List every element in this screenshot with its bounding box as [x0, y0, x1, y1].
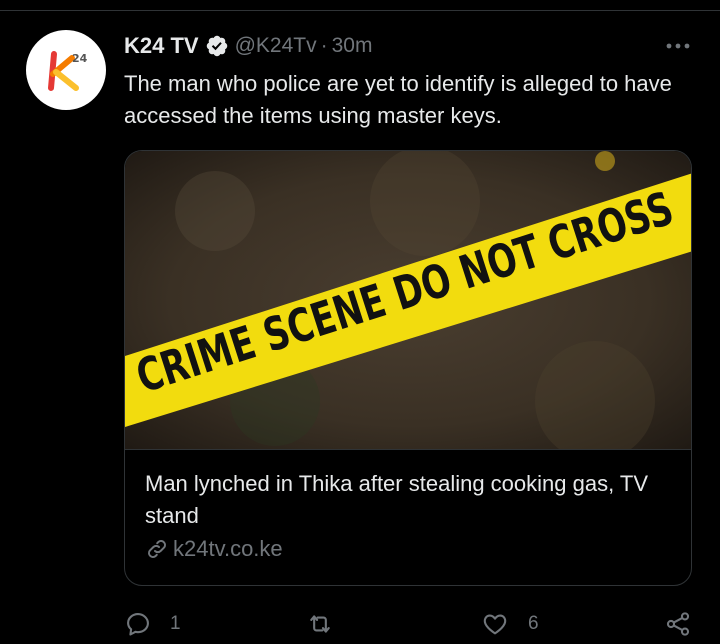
retweet-button[interactable]: [305, 604, 353, 644]
tweet-text: The man who police are yet to identify i…: [124, 71, 672, 128]
verified-badge-icon: [206, 35, 227, 57]
display-name[interactable]: K24 TV: [124, 33, 199, 59]
retweet-icon: [310, 615, 330, 633]
top-divider: [0, 10, 720, 11]
reply-icon: [127, 613, 149, 636]
heart-icon: [483, 614, 507, 635]
timestamp[interactable]: 30m: [332, 34, 373, 58]
share-button[interactable]: [664, 604, 692, 644]
like-count: 6: [528, 613, 539, 634]
svg-text:24: 24: [72, 52, 88, 65]
user-handle[interactable]: @K24Tv: [235, 34, 317, 58]
separator-dot: ·: [320, 34, 328, 57]
more-options-button[interactable]: [658, 30, 698, 62]
card-image: CRIME SCENE DO NOT CROSS: [125, 151, 691, 449]
card-title[interactable]: Man lynched in Thika after stealing cook…: [145, 468, 673, 532]
reply-button[interactable]: 1: [124, 604, 181, 644]
link-card[interactable]: CRIME SCENE DO NOT CROSS Man lynched in …: [124, 150, 692, 586]
k24-logo-icon: 24: [48, 51, 88, 91]
link-icon: [148, 540, 166, 558]
share-icon: [666, 612, 690, 636]
more-dots-icon: [666, 43, 690, 49]
like-button[interactable]: 6: [480, 604, 539, 644]
card-domain[interactable]: k24tv.co.ke: [145, 536, 283, 562]
card-domain-text: k24tv.co.ke: [173, 536, 283, 561]
tweet-actions: 1 6: [0, 604, 720, 644]
reply-count: 1: [170, 613, 181, 634]
avatar[interactable]: 24: [26, 30, 106, 110]
tweet-header: K24 TV @K24Tv · 30m: [124, 30, 372, 62]
card-body[interactable]: Man lynched in Thika after stealing cook…: [125, 449, 691, 585]
